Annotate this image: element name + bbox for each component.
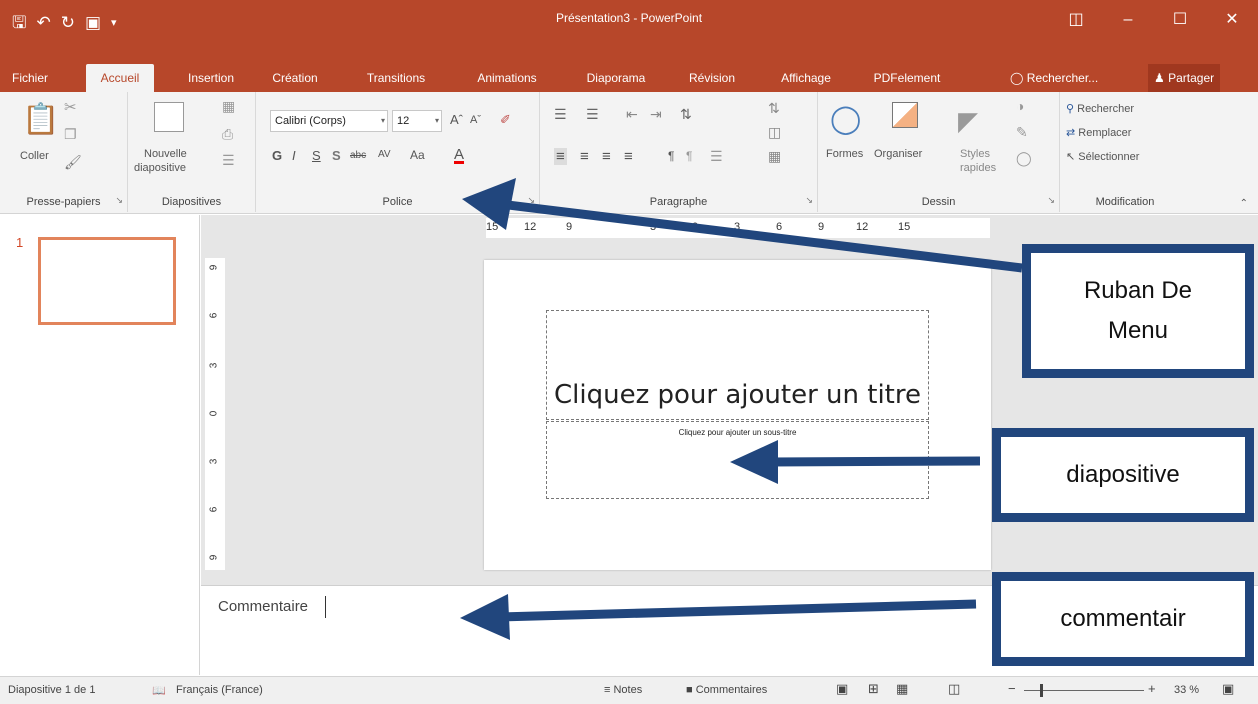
ribbon-callout: Ruban De Menu (1022, 244, 1254, 378)
ribbon-arrow-shaft (499, 199, 1023, 273)
slide-callout: diapositive (992, 428, 1254, 522)
notes-callout-text: commentair (1060, 605, 1186, 632)
ribbon-callout-line2: Menu (1107, 317, 1169, 344)
slide-arrow-head (730, 440, 778, 484)
ribbon-callout-line1: Ruban De (1083, 277, 1193, 304)
notes-arrow-shaft (499, 599, 977, 622)
notes-arrow-head (460, 594, 510, 640)
notes-callout: commentair (992, 572, 1254, 666)
slide-callout-text: diapositive (1066, 461, 1180, 488)
ribbon-arrow-head (462, 178, 516, 230)
slide-arrow-shaft (769, 456, 981, 467)
